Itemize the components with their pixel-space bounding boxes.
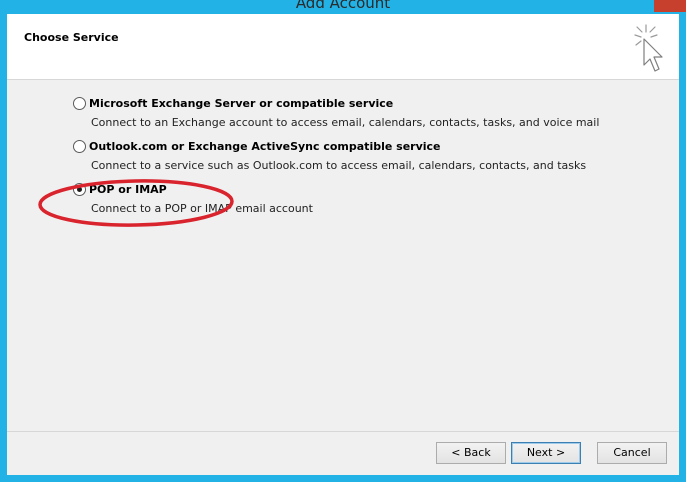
wizard-header: Choose Service	[7, 14, 679, 80]
next-button[interactable]: Next >	[511, 442, 581, 464]
cancel-button[interactable]: Cancel	[597, 442, 667, 464]
option-outlook-com-title[interactable]: Outlook.com or Exchange ActiveSync compa…	[89, 140, 441, 153]
option-outlook-com-description: Connect to a service such as Outlook.com…	[91, 159, 587, 172]
option-exchange-title[interactable]: Microsoft Exchange Server or compatible …	[89, 97, 393, 110]
pop-imap-radio[interactable]	[73, 183, 86, 196]
title-bar[interactable]: Add Account	[0, 0, 686, 14]
option-exchange-description: Connect to an Exchange account to access…	[91, 116, 600, 129]
close-button[interactable]	[654, 0, 686, 12]
window-title: Add Account	[295, 0, 391, 12]
back-button[interactable]: < Back	[436, 442, 506, 464]
option-pop-imap-title[interactable]: POP or IMAP	[89, 183, 167, 196]
dialog-client-area: Choose Service Microsoft Exchange Server…	[7, 14, 679, 475]
page-title: Choose Service	[24, 31, 119, 44]
exchange-radio[interactable]	[73, 97, 86, 110]
footer-divider	[7, 431, 679, 432]
cursor-sparkle-icon	[634, 24, 663, 72]
add-account-window: Add Account Choose Service Microsoft Exc…	[0, 0, 686, 482]
outlook-com-radio[interactable]	[73, 140, 86, 153]
option-pop-imap-description: Connect to a POP or IMAP email account	[91, 202, 313, 215]
